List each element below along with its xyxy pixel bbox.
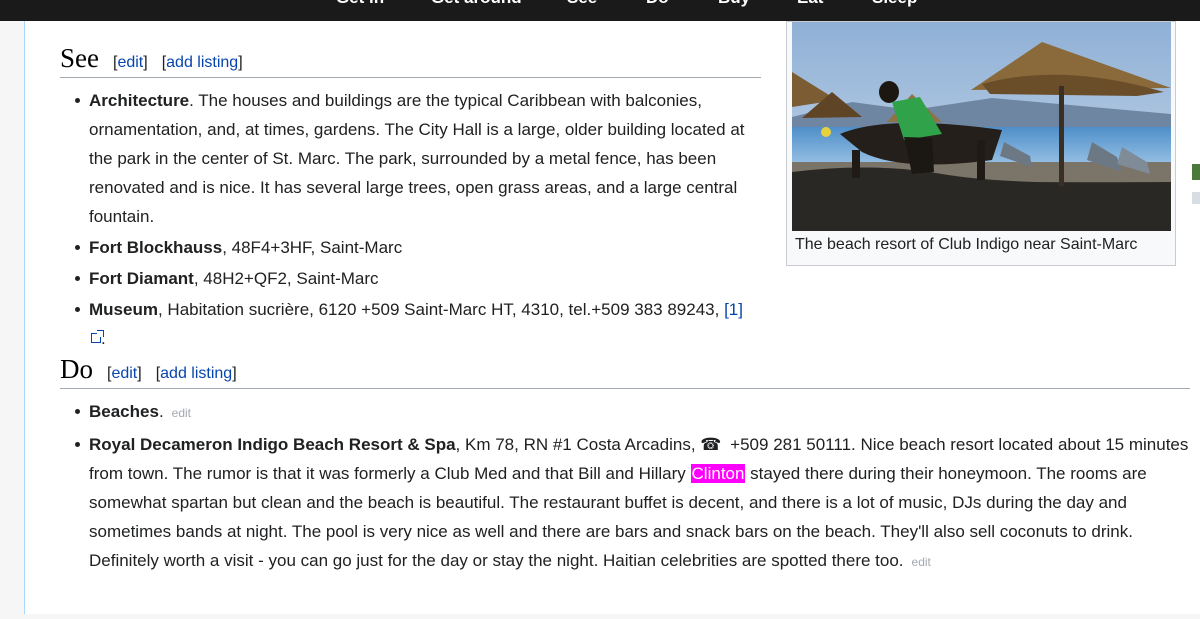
listing-description: , 48H2+QF2, Saint-Marc	[193, 269, 379, 288]
right-edge-strip	[1190, 24, 1200, 614]
listing-edit-link[interactable]: edit	[912, 555, 931, 569]
edit-links: [edit] [add listing]	[107, 365, 237, 382]
tab-get-in[interactable]: Get in	[336, 0, 384, 8]
thumbnail-caption: The beach resort of Club Indigo near Sai…	[795, 236, 1138, 253]
add-listing-link[interactable]: add listing	[160, 365, 232, 382]
bullet	[75, 98, 80, 103]
section-heading-do: Do [edit] [add listing]	[60, 354, 237, 385]
phone-icon: ☎	[700, 435, 722, 454]
tab-eat[interactable]: Eat	[797, 0, 823, 8]
thumbnail-figure: The beach resort of Club Indigo near Sai…	[786, 21, 1176, 266]
listing-name: Museum	[89, 300, 158, 319]
tab-see[interactable]: See	[567, 0, 597, 8]
external-link[interactable]: [1]	[724, 300, 743, 319]
search-highlight: Clinton	[690, 464, 746, 483]
add-listing-link[interactable]: add listing	[166, 54, 238, 71]
tab-do[interactable]: Do	[646, 0, 669, 8]
listing-description: .	[158, 402, 164, 421]
listing-architecture: Architecture. The houses and buildings a…	[61, 86, 751, 231]
bullet	[75, 245, 80, 250]
beach-resort-photo[interactable]	[792, 22, 1171, 231]
listing-address: , Km 78, RN #1 Costa Arcadins,	[455, 435, 701, 454]
section-title: See	[60, 43, 99, 73]
edit-links: [edit] [add listing]	[112, 54, 243, 71]
do-listings: Beaches. edit Royal Decameron Indigo Beac…	[61, 397, 1191, 577]
bullet	[75, 307, 80, 312]
listing-name: Beaches	[89, 402, 159, 421]
external-link-icon	[91, 330, 104, 343]
listing-beaches: Beaches. edit	[61, 397, 1191, 428]
listing-museum: Museum, Habitation sucrière, 6120 +509 S…	[61, 295, 751, 353]
listing-name: Royal Decameron Indigo Beach Resort & Sp…	[89, 435, 456, 454]
bullet	[75, 442, 80, 447]
see-listings: Architecture. The houses and buildings a…	[61, 86, 751, 353]
top-nav-bar: Get in Get around See Do Buy Eat Sleep	[0, 0, 1200, 21]
edit-link[interactable]: edit	[111, 365, 137, 382]
listing-description: , Habitation sucrière, 6120 +509 Saint-M…	[157, 300, 725, 319]
listing-edit-link[interactable]: edit	[172, 406, 191, 420]
listing-royal-decameron: Royal Decameron Indigo Beach Resort & Sp…	[61, 430, 1191, 577]
listing-description: . The houses and buildings are the typic…	[89, 91, 745, 226]
edit-link[interactable]: edit	[117, 54, 143, 71]
tab-buy[interactable]: Buy	[718, 0, 750, 8]
heading-rule	[60, 77, 761, 78]
listing-fort-blockhauss: Fort Blockhauss, 48F4+3HF, Saint-Marc	[61, 233, 751, 262]
bullet	[75, 276, 80, 281]
listing-name: Fort Blockhauss	[89, 238, 223, 257]
bullet	[75, 409, 80, 414]
tab-get-around[interactable]: Get around	[431, 0, 522, 8]
section-title: Do	[60, 354, 93, 384]
heading-rule	[60, 388, 1200, 389]
listing-fort-diamant: Fort Diamant, 48H2+QF2, Saint-Marc	[61, 264, 751, 293]
listing-description: , 48F4+3HF, Saint-Marc	[222, 238, 403, 257]
listing-name: Fort Diamant	[89, 269, 194, 288]
tab-sleep[interactable]: Sleep	[872, 0, 917, 8]
listing-name: Architecture	[89, 91, 190, 110]
section-heading-see: See [edit] [add listing]	[60, 43, 243, 74]
